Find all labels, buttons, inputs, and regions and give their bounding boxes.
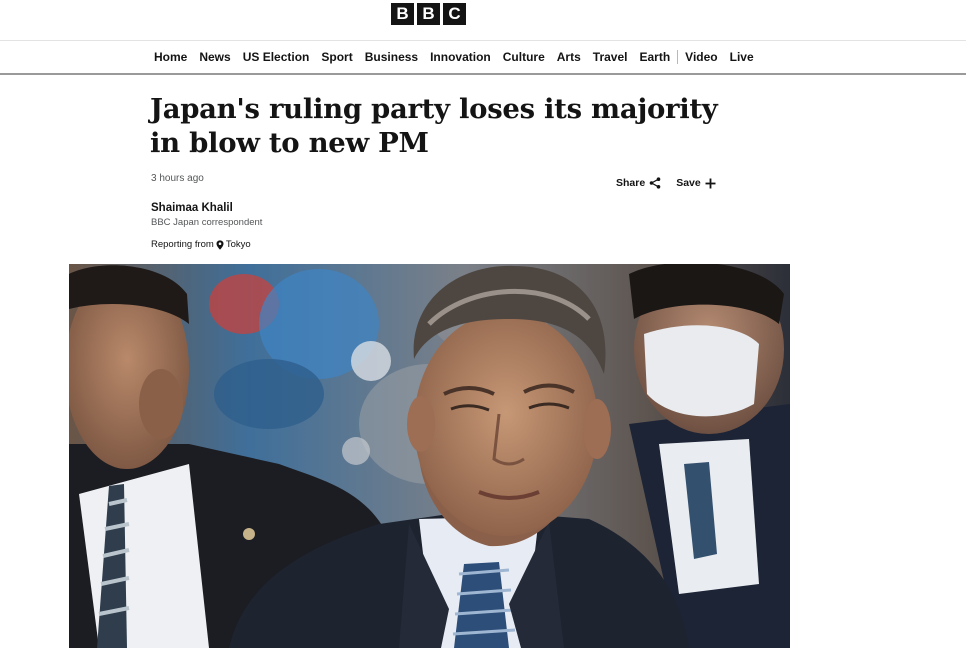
reporting-city: Tokyo xyxy=(225,239,251,250)
author-name[interactable]: Shaimaa Khalil xyxy=(151,202,233,214)
logo-letter-b2: B xyxy=(417,3,440,25)
author-role: BBC Japan correspondent xyxy=(151,217,263,228)
nav-item-news[interactable]: News xyxy=(193,41,236,73)
share-button[interactable]: Share xyxy=(616,177,661,189)
nav-item-culture[interactable]: Culture xyxy=(497,41,551,73)
share-icon xyxy=(649,177,661,189)
masthead: B B C xyxy=(0,0,966,40)
nav-divider xyxy=(0,73,966,75)
nav-separator xyxy=(677,50,679,64)
nav-item-sport[interactable]: Sport xyxy=(315,41,358,73)
plus-icon xyxy=(705,178,716,188)
nav-item-home[interactable]: Home xyxy=(148,41,193,73)
bbc-logo[interactable]: B B C xyxy=(391,3,466,25)
reporting-location: Reporting from Tokyo xyxy=(151,239,251,250)
nav-item-live[interactable]: Live xyxy=(724,41,760,73)
logo-letter-c: C xyxy=(443,3,466,25)
nav-item-us-election[interactable]: US Election xyxy=(237,41,316,73)
article-actions: Share Save xyxy=(616,177,716,189)
hero-photo xyxy=(69,264,790,648)
article-timestamp: 3 hours ago xyxy=(151,173,204,184)
nav-item-arts[interactable]: Arts xyxy=(551,41,587,73)
save-label: Save xyxy=(676,177,701,189)
share-label: Share xyxy=(616,177,646,189)
location-pin-icon xyxy=(216,239,224,250)
logo-letter-b1: B xyxy=(391,3,414,25)
nav-item-innovation[interactable]: Innovation xyxy=(424,41,497,73)
main-nav: Home News US Election Sport Business Inn… xyxy=(148,41,760,73)
save-button[interactable]: Save xyxy=(676,177,716,189)
hero-photo-illustration xyxy=(69,264,790,648)
article-headline: Japan's ruling party loses its majority … xyxy=(150,93,718,159)
nav-item-business[interactable]: Business xyxy=(359,41,424,73)
nav-item-video[interactable]: Video xyxy=(679,41,723,73)
nav-item-earth[interactable]: Earth xyxy=(633,41,676,73)
reporting-prefix: Reporting from xyxy=(151,239,214,250)
nav-item-travel[interactable]: Travel xyxy=(587,41,634,73)
